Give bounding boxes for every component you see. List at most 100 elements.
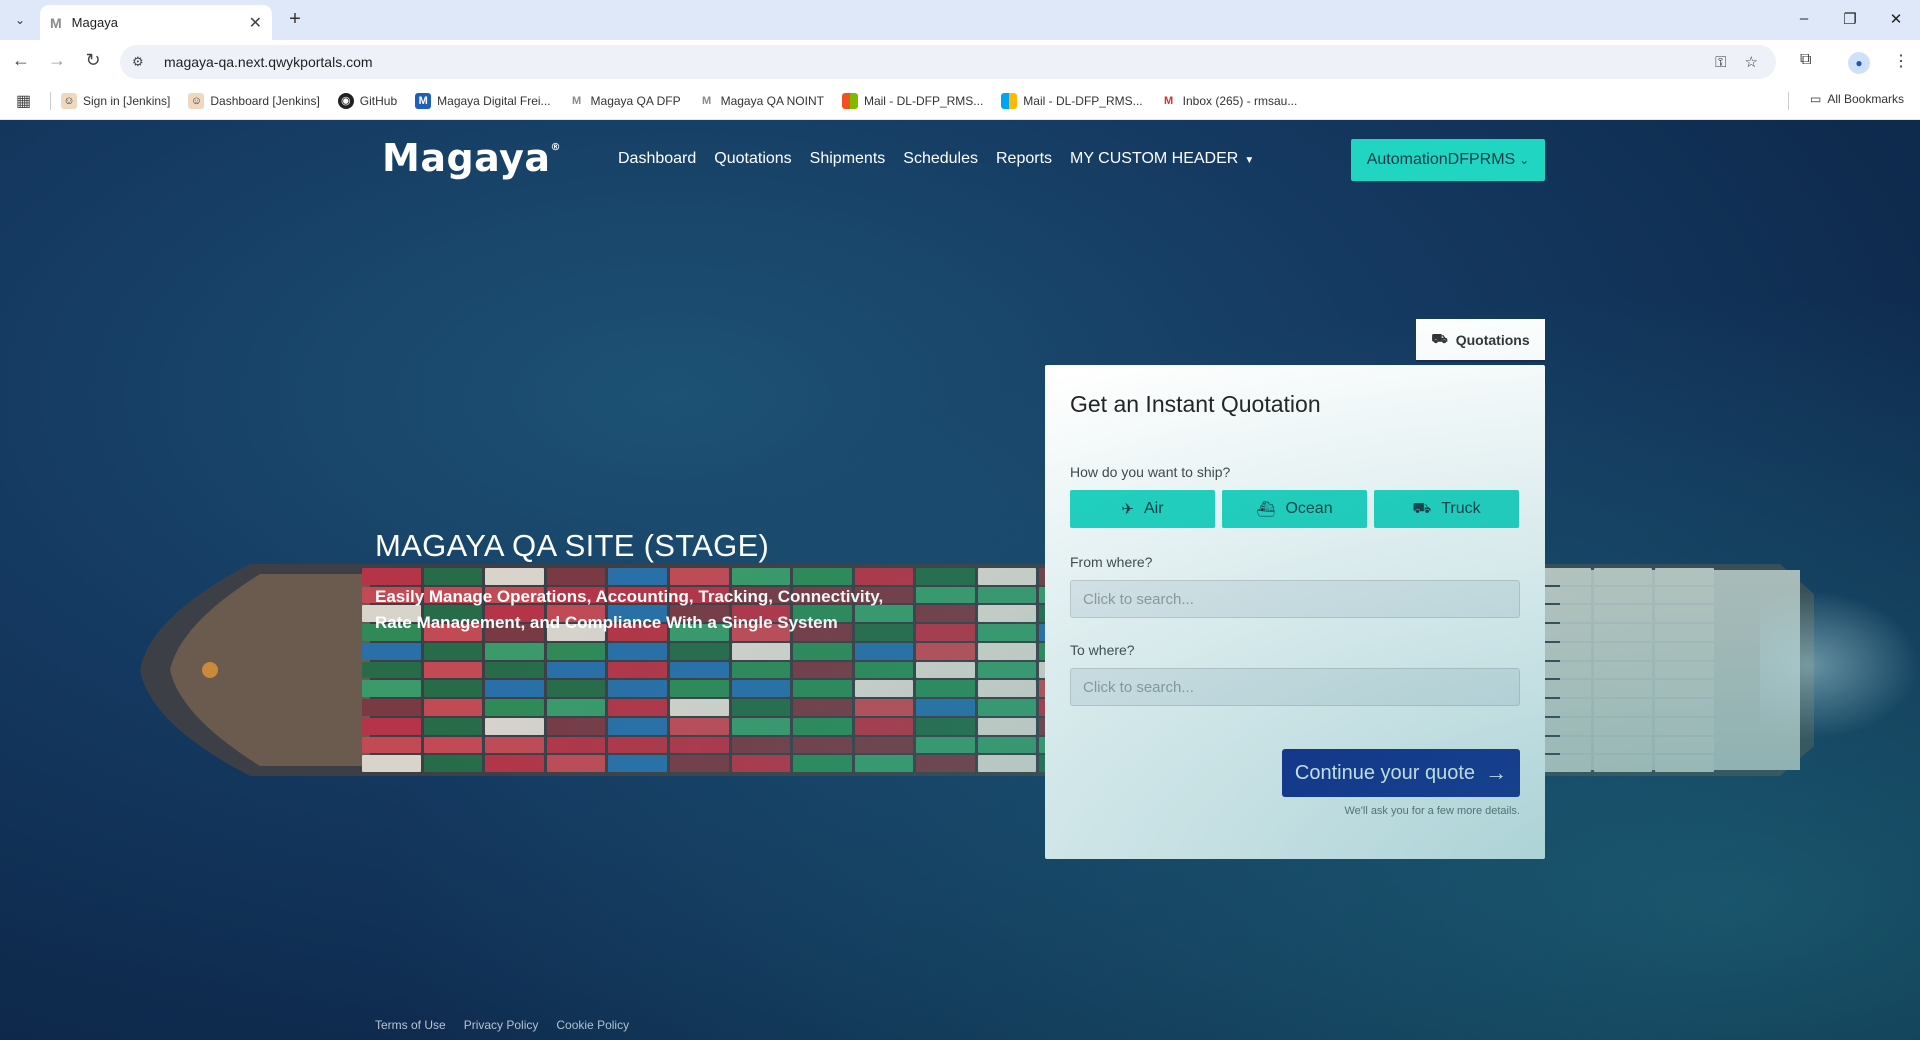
all-bookmarks-button[interactable]: ▭ All Bookmarks — [1810, 92, 1904, 106]
tab-search-button[interactable]: ⌄ — [8, 8, 32, 32]
quotation-title: Get an Instant Quotation — [1070, 391, 1321, 417]
container-box — [1655, 568, 1714, 585]
ship-mode-group: ✈ Air ⛴ Ocean ⛟ Truck — [1070, 490, 1520, 528]
profile-avatar[interactable]: ● — [1848, 52, 1870, 74]
container-bay — [977, 568, 1037, 772]
nav-reports[interactable]: Reports — [996, 150, 1052, 168]
container-box — [546, 699, 606, 716]
minimize-button[interactable]: – — [1794, 10, 1814, 27]
from-search-input[interactable] — [1070, 580, 1520, 618]
container-box — [1593, 661, 1653, 679]
mode-truck-button[interactable]: ⛟ Truck — [1374, 490, 1519, 528]
bookmark-item[interactable]: M Magaya Digital Frei... — [415, 92, 551, 109]
container-box — [423, 755, 483, 772]
bookmark-item[interactable]: M Magaya QA NOINT — [699, 93, 824, 109]
user-menu-button[interactable]: AutomationDFPRMS ⌄ — [1351, 139, 1545, 181]
container-box — [731, 642, 791, 660]
tab-quotations[interactable]: ⛟ Quotations — [1416, 319, 1545, 362]
password-key-icon[interactable]: ⚿ — [1715, 54, 1726, 71]
back-icon[interactable]: ← — [10, 50, 32, 71]
container-box — [362, 661, 421, 679]
container-box — [1593, 642, 1653, 660]
container-box — [916, 736, 975, 754]
restore-button[interactable]: ❐ — [1840, 10, 1860, 28]
instant-quotation-card: Get an Instant Quotation How do you want… — [1045, 365, 1545, 859]
arrow-right-icon: → — [1485, 760, 1508, 785]
bookmark-item[interactable]: Mail - DL-DFP_RMS... — [841, 92, 983, 109]
container-box — [546, 642, 606, 660]
mode-ocean-button[interactable]: ⛴ Ocean — [1222, 490, 1367, 528]
bookmark-item[interactable]: ☺ Dashboard [Jenkins] — [188, 92, 320, 109]
nav-shipments[interactable]: Shipments — [810, 150, 886, 168]
container-box — [731, 568, 791, 585]
bookmark-item[interactable]: ☺ Sign in [Jenkins] — [61, 92, 170, 109]
container-box — [731, 736, 791, 754]
container-box — [854, 661, 914, 679]
magaya-gray-icon: M — [701, 94, 712, 107]
container-box — [1593, 699, 1653, 716]
magaya-logo[interactable]: Magaya® — [382, 136, 561, 180]
container-box — [977, 680, 1037, 698]
continue-quote-button[interactable]: Continue your quote → — [1282, 749, 1520, 797]
container-box — [916, 680, 975, 698]
container-box — [793, 755, 852, 772]
bookmark-item[interactable]: M Magaya QA DFP — [569, 93, 681, 109]
folder-icon: ▭ — [1809, 92, 1822, 106]
apps-grid-icon[interactable]: ▦ — [16, 91, 38, 111]
bookmark-item[interactable]: ◉ GitHub — [337, 92, 397, 109]
container-box — [669, 680, 729, 698]
container-box — [793, 699, 852, 716]
container-box — [916, 605, 975, 623]
mode-air-button[interactable]: ✈ Air — [1070, 490, 1215, 528]
nav-custom-header-dropdown[interactable]: MY CUSTOM HEADER ▼ — [1070, 150, 1254, 168]
hero-subtitle: Easily Manage Operations, Accounting, Tr… — [375, 587, 884, 632]
ship-mode-label: How do you want to ship? — [1070, 464, 1231, 480]
bookmark-item[interactable]: M Inbox (265) - rmsau... — [1161, 93, 1297, 109]
quotation-icon: ⛟ — [1431, 330, 1448, 346]
browser-menu-icon[interactable]: ⋮ — [1893, 51, 1909, 71]
privacy-policy-link[interactable]: Privacy Policy — [464, 1018, 539, 1032]
terms-of-use-link[interactable]: Terms of Use — [375, 1018, 446, 1032]
bookmark-item[interactable]: Mail - DL-DFP_RMS... — [1001, 92, 1143, 109]
to-search-input[interactable] — [1070, 668, 1520, 706]
extensions-icon[interactable]: ⧉ — [1800, 51, 1811, 69]
nav-schedules[interactable]: Schedules — [903, 150, 978, 168]
container-box — [362, 642, 421, 660]
container-box — [1655, 680, 1714, 698]
container-bay — [916, 568, 975, 772]
container-box — [854, 736, 914, 754]
caret-down-icon: ▼ — [1244, 155, 1255, 166]
container-box — [731, 755, 791, 772]
forward-icon[interactable]: → — [46, 50, 68, 71]
container-box — [1593, 680, 1653, 698]
magaya-gray-icon: M — [571, 94, 582, 107]
nav-dashboard[interactable]: Dashboard — [618, 150, 696, 168]
cookie-policy-link[interactable]: Cookie Policy — [556, 1018, 629, 1032]
close-window-button[interactable]: ✕ — [1886, 10, 1906, 28]
container-box — [608, 661, 667, 679]
browser-tab[interactable]: M Magaya ✕ — [40, 5, 272, 40]
bookmarks-divider — [1788, 92, 1789, 110]
container-box — [854, 755, 914, 772]
new-tab-button[interactable]: + — [283, 8, 307, 31]
magaya-icon: M — [415, 92, 432, 109]
container-box — [608, 699, 667, 716]
microsoft-icon — [841, 92, 858, 109]
container-box — [423, 661, 483, 679]
container-box — [423, 680, 483, 698]
container-box — [731, 680, 791, 698]
close-tab-icon[interactable]: ✕ — [249, 13, 262, 33]
bookmark-star-icon[interactable]: ☆ — [1745, 53, 1758, 71]
address-bar[interactable]: ⚙ magaya-qa.next.qwykportals.com ⚿ ☆ — [120, 45, 1776, 79]
site-info-icon[interactable]: ⚙ — [132, 54, 152, 70]
container-box — [546, 736, 606, 754]
nav-quotations[interactable]: Quotations — [714, 150, 791, 168]
browser-tab-bar: ⌄ M Magaya ✕ + – ❐ ✕ — [0, 0, 1920, 40]
container-box — [362, 568, 421, 585]
container-box — [1655, 605, 1714, 623]
container-box — [1593, 736, 1653, 754]
gmail-icon: M — [1164, 94, 1174, 107]
reload-icon[interactable]: ↻ — [82, 50, 104, 71]
container-box — [1655, 661, 1714, 679]
container-box — [1655, 699, 1714, 716]
